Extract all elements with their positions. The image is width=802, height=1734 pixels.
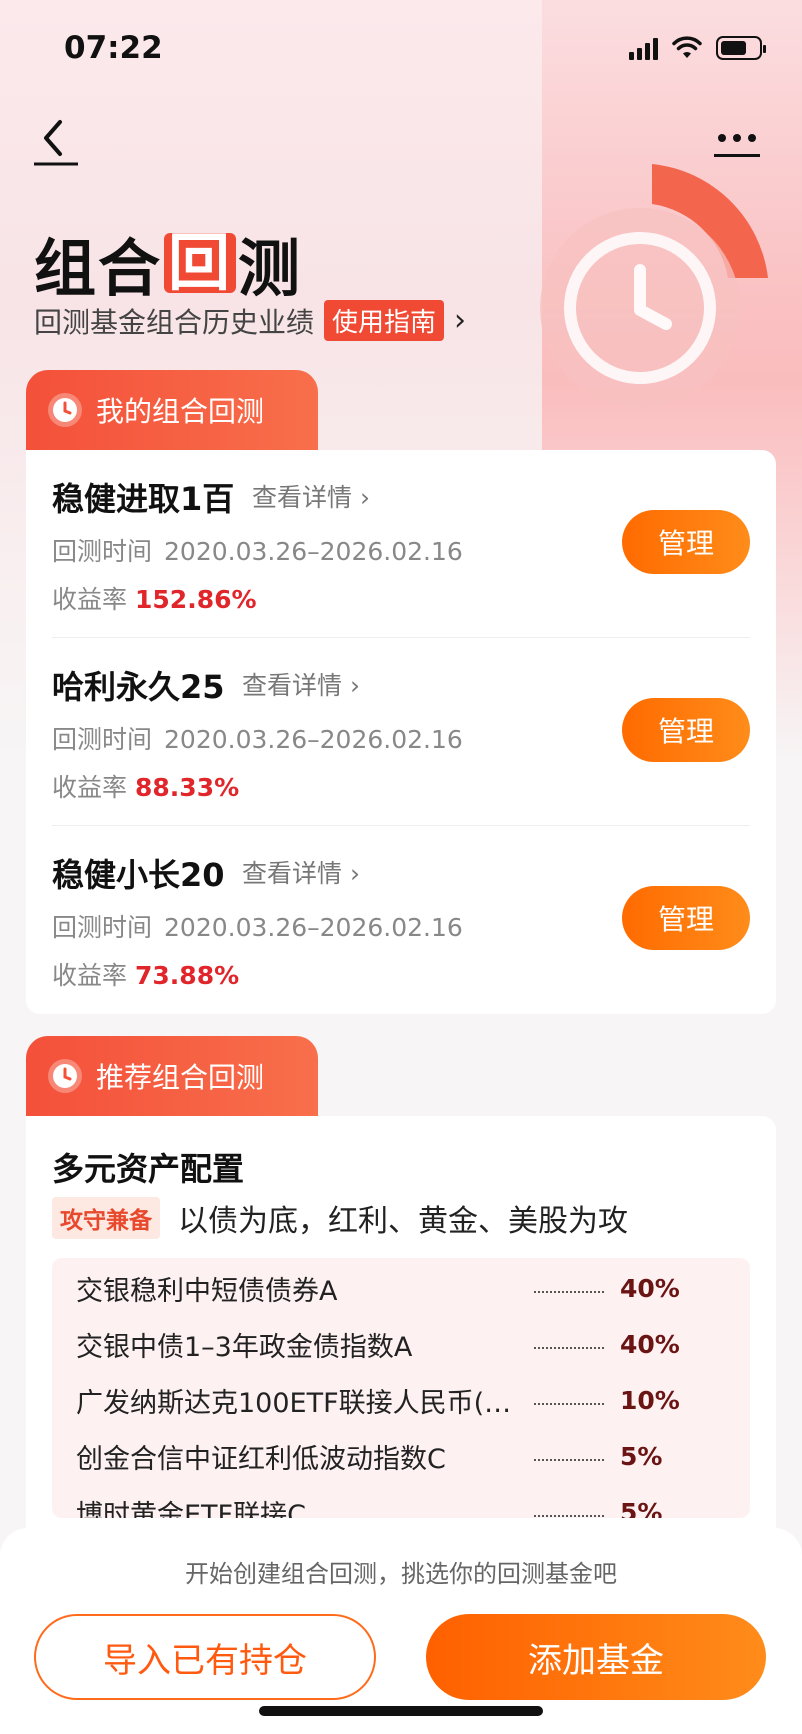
period-label: 回测时间 (52, 913, 153, 942)
fund-weight: 5% (620, 1497, 663, 1519)
return-rate: 收益率 88.33% (52, 768, 239, 804)
view-detail-link[interactable]: 查看详情 › (242, 854, 360, 890)
subtitle-row: 回测基金组合历史业绩 使用指南 › (34, 300, 466, 341)
period-label: 回测时间 (52, 725, 153, 754)
fund-row: 交银稳利中短债债券A 40% (76, 1268, 726, 1308)
recommended-card[interactable]: 多元资产配置 攻守兼备 以债为底，红利、黄金、美股为攻 交银稳利中短债债券A 4… (26, 1116, 776, 1556)
strategy-description: 以债为底，红利、黄金、美股为攻 (178, 1204, 628, 1239)
portfolio-row[interactable]: 哈利永久25 查看详情 › 回测时间 2020.03.26–2026.02.16 … (52, 638, 750, 826)
bottom-action-bar: 开始创建组合回测，挑选你的回测基金吧 导入已有持仓 添加基金 (0, 1528, 802, 1734)
fund-row: 交银中债1–3年政金债指数A 40% (76, 1324, 726, 1364)
portfolio-name: 稳健小长20 (52, 856, 225, 894)
recommended-tag-row: 攻守兼备 以债为底，红利、黄金、美股为攻 (52, 1196, 628, 1240)
portfolio-name: 稳健进取1百 (52, 480, 235, 518)
fund-weight: 40% (620, 1329, 680, 1359)
import-holdings-button[interactable]: 导入已有持仓 (34, 1614, 376, 1700)
guide-link[interactable]: 使用指南 (324, 300, 445, 341)
period-label: 回测时间 (52, 537, 153, 566)
view-detail-link[interactable]: 查看详情 › (252, 478, 370, 514)
period-value: 2020.03.26–2026.02.16 (164, 725, 463, 754)
title-box: 回 (164, 232, 237, 294)
home-indicator (259, 1706, 543, 1716)
rate-label: 收益率 (52, 961, 128, 990)
rate-label: 收益率 (52, 585, 128, 614)
clock-icon (48, 1059, 82, 1093)
fund-weight: 40% (620, 1273, 680, 1303)
status-time: 07:22 (64, 30, 163, 66)
tab-label: 我的组合回测 (96, 395, 265, 428)
period-value: 2020.03.26–2026.02.16 (164, 537, 463, 566)
subtitle: 回测基金组合历史业绩 (34, 305, 315, 339)
fund-name: 博时黄金ETF联接C (76, 1499, 306, 1519)
tab-label: 推荐组合回测 (96, 1061, 265, 1094)
fund-row: 博时黄金ETF联接C 5% (76, 1492, 726, 1519)
portfolio-name: 哈利永久25 (52, 668, 225, 706)
dotted-leader (534, 1459, 604, 1461)
manage-button[interactable]: 管理 (622, 510, 750, 574)
return-rate: 收益率 73.88% (52, 956, 239, 992)
clock-icon (48, 393, 82, 427)
backtest-period: 回测时间 2020.03.26–2026.02.16 (52, 720, 463, 756)
strategy-tag: 攻守兼备 (52, 1197, 160, 1239)
more-icon (714, 134, 760, 142)
title-text-2: 测 (238, 232, 303, 305)
history-clock-decoration-icon (540, 164, 768, 408)
fund-name: 交银中债1–3年政金债指数A (76, 1331, 413, 1363)
my-portfolio-card: 稳健进取1百 查看详情 › 回测时间 2020.03.26–2026.02.16 … (26, 450, 776, 1014)
rate-label: 收益率 (52, 773, 128, 802)
add-fund-button[interactable]: 添加基金 (426, 1614, 766, 1700)
fund-row: 广发纳斯达克100ETF联接人民币(… 10% (76, 1380, 726, 1420)
chevron-right-icon[interactable]: › (454, 303, 466, 338)
signal-icon (629, 36, 658, 60)
back-button[interactable] (32, 116, 80, 168)
status-icons (629, 36, 766, 60)
tab-recommended: 推荐组合回测 (26, 1036, 318, 1116)
chevron-left-icon (34, 120, 78, 166)
fund-weight: 10% (620, 1385, 680, 1415)
backtest-period: 回测时间 2020.03.26–2026.02.16 (52, 908, 463, 944)
manage-button[interactable]: 管理 (622, 698, 750, 762)
portfolio-row[interactable]: 稳健小长20 查看详情 › 回测时间 2020.03.26–2026.02.16 … (52, 826, 750, 1014)
wifi-icon (672, 36, 702, 58)
battery-icon (716, 36, 766, 60)
fund-row: 创金合信中证红利低波动指数C 5% (76, 1436, 726, 1476)
page-title: 组合 回 测 (34, 218, 302, 308)
dotted-leader (534, 1291, 604, 1293)
rate-value: 73.88% (135, 961, 240, 990)
fund-name: 广发纳斯达克100ETF联接人民币(… (76, 1387, 512, 1419)
backtest-period: 回测时间 2020.03.26–2026.02.16 (52, 532, 463, 568)
dotted-leader (534, 1403, 604, 1405)
title-text-1: 组合 (34, 232, 163, 305)
portfolio-row[interactable]: 稳健进取1百 查看详情 › 回测时间 2020.03.26–2026.02.16 … (52, 450, 750, 638)
fund-name: 创金合信中证红利低波动指数C (76, 1443, 446, 1475)
return-rate: 收益率 152.86% (52, 580, 257, 616)
period-value: 2020.03.26–2026.02.16 (164, 913, 463, 942)
view-detail-link[interactable]: 查看详情 › (242, 666, 360, 702)
recommended-title: 多元资产配置 (52, 1150, 245, 1188)
rate-value: 152.86% (135, 585, 257, 614)
fund-weight: 5% (620, 1441, 663, 1471)
fund-allocation-list: 交银稳利中短债债券A 40% 交银中债1–3年政金债指数A 40% 广发纳斯达克… (52, 1258, 750, 1518)
manage-button[interactable]: 管理 (622, 886, 750, 950)
tab-my-portfolios: 我的组合回测 (26, 370, 318, 450)
dotted-leader (534, 1347, 604, 1349)
fund-name: 交银稳利中短债债券A (76, 1275, 338, 1307)
rate-value: 88.33% (135, 773, 240, 802)
bottom-hint: 开始创建组合回测，挑选你的回测基金吧 (185, 1560, 617, 1588)
dotted-leader (534, 1515, 604, 1517)
